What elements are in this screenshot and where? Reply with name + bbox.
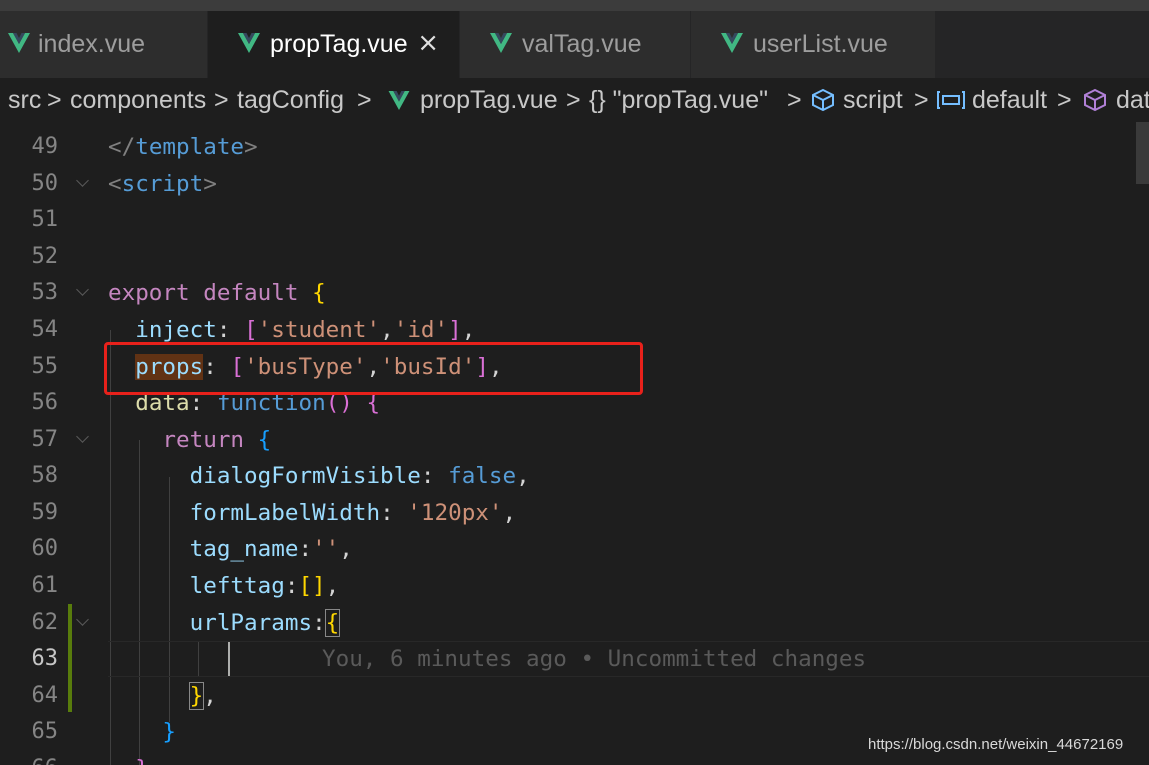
breadcrumb-components[interactable]: components — [70, 86, 206, 115]
line-number: 49 — [31, 134, 59, 159]
line-code: dialogFormVisible: false, — [189, 463, 530, 489]
code-line: 49 </template> — [0, 129, 1149, 166]
watermark: https://blog.csdn.net/weixin_44672169 — [868, 736, 1124, 753]
line-code: </template> — [108, 134, 258, 160]
line-number: 63 — [31, 646, 59, 671]
code-line: 60 tag_name:'', — [0, 531, 1149, 568]
breadcrumb-object[interactable]: {} "propTag.vue" — [589, 86, 768, 115]
close-icon[interactable]: × — [417, 29, 439, 57]
code-line: 53 export default { — [0, 275, 1149, 312]
module-icon — [812, 88, 834, 112]
fold-chevron-icon[interactable] — [76, 430, 89, 443]
breadcrumb-file[interactable]: propTag.vue — [420, 86, 558, 115]
code-line: 50 <script> — [0, 166, 1149, 203]
line-number: 51 — [31, 207, 59, 232]
line-number: 54 — [31, 317, 59, 342]
line-code: } — [108, 751, 149, 765]
code-line: 58 dialogFormVisible: false, — [0, 458, 1149, 495]
git-blame-annotation: You, 6 minutes ago • Uncommitted changes — [322, 646, 867, 672]
chevron-right-icon: > — [214, 86, 229, 114]
tab-label: propTag.vue — [270, 30, 408, 58]
tab-proptag-vue[interactable]: propTag.vue × — [208, 11, 460, 78]
method-icon — [1084, 88, 1106, 112]
fold-chevron-icon[interactable] — [76, 283, 89, 296]
line-number: 56 — [31, 390, 59, 415]
chevron-right-icon: > — [787, 86, 802, 114]
line-number: 61 — [31, 573, 59, 598]
chevron-right-icon: > — [47, 86, 62, 114]
breadcrumb: src > components > tagConfig > propTag.v… — [0, 78, 1149, 122]
code-line: 52 — [0, 239, 1149, 276]
chevron-right-icon: > — [1057, 86, 1072, 114]
vue-icon — [490, 33, 512, 53]
line-code: urlParams:{ — [189, 609, 341, 637]
line-code: export default { — [108, 280, 326, 306]
tab-label: valTag.vue — [522, 30, 642, 58]
tab-label: index.vue — [38, 30, 146, 58]
breadcrumb-src[interactable]: src — [8, 86, 41, 115]
line-number: 64 — [31, 683, 59, 708]
line-number: 55 — [31, 354, 59, 379]
line-number: 66 — [0, 751, 59, 765]
line-code: tag_name:'', — [189, 536, 353, 562]
chevron-right-icon: > — [566, 86, 581, 114]
chevron-right-icon: > — [357, 86, 372, 114]
line-code: <script> — [108, 171, 217, 197]
line-code: lefttag:[], — [189, 573, 340, 599]
text-cursor — [228, 642, 230, 676]
line-number: 52 — [31, 244, 59, 269]
vue-icon — [238, 33, 260, 53]
line-number: 62 — [31, 610, 59, 635]
code-line: 62 urlParams:{ — [0, 605, 1149, 642]
vue-icon — [388, 91, 410, 110]
line-number: 65 — [31, 719, 59, 744]
line-code: formLabelWidth: '120px', — [189, 500, 517, 526]
vue-icon — [721, 33, 743, 53]
line-code: }, — [188, 682, 217, 710]
breadcrumb-script[interactable]: script — [843, 86, 903, 115]
variable-icon — [937, 91, 965, 109]
line-number: 53 — [31, 280, 59, 305]
tab-userlist-vue[interactable]: userList.vue — [691, 11, 936, 78]
line-number: 58 — [31, 463, 59, 488]
code-line: 61 lefttag:[], — [0, 568, 1149, 605]
fold-chevron-icon[interactable] — [76, 174, 89, 187]
chevron-right-icon: > — [914, 86, 929, 114]
code-line: 66 } — [0, 751, 1149, 765]
code-editor[interactable]: 49 </template> 50 <script> 51 52 53 expo… — [0, 122, 1149, 765]
code-line: 59 formLabelWidth: '120px', — [0, 495, 1149, 532]
line-number: 59 — [31, 500, 59, 525]
line-number: 60 — [31, 536, 59, 561]
highlight-annotation-box — [104, 342, 643, 395]
line-code: } — [162, 719, 177, 745]
title-strip — [0, 0, 1149, 11]
tab-index-vue[interactable]: index.vue — [0, 11, 208, 78]
line-number: 50 — [31, 171, 59, 196]
vue-icon — [8, 33, 30, 53]
code-line: 64 }, — [0, 678, 1149, 715]
tab-valtag-vue[interactable]: valTag.vue — [460, 11, 691, 78]
tab-label: userList.vue — [753, 30, 888, 58]
breadcrumb-default[interactable]: default — [972, 86, 1047, 115]
breadcrumb-data[interactable]: dat — [1116, 86, 1149, 115]
line-code: return { — [162, 427, 272, 453]
code-line: 57 return { — [0, 422, 1149, 459]
code-line: 51 — [0, 202, 1149, 239]
line-number: 57 — [31, 427, 59, 452]
fold-chevron-icon[interactable] — [76, 613, 89, 626]
breadcrumb-tagconfig[interactable]: tagConfig — [237, 86, 344, 115]
